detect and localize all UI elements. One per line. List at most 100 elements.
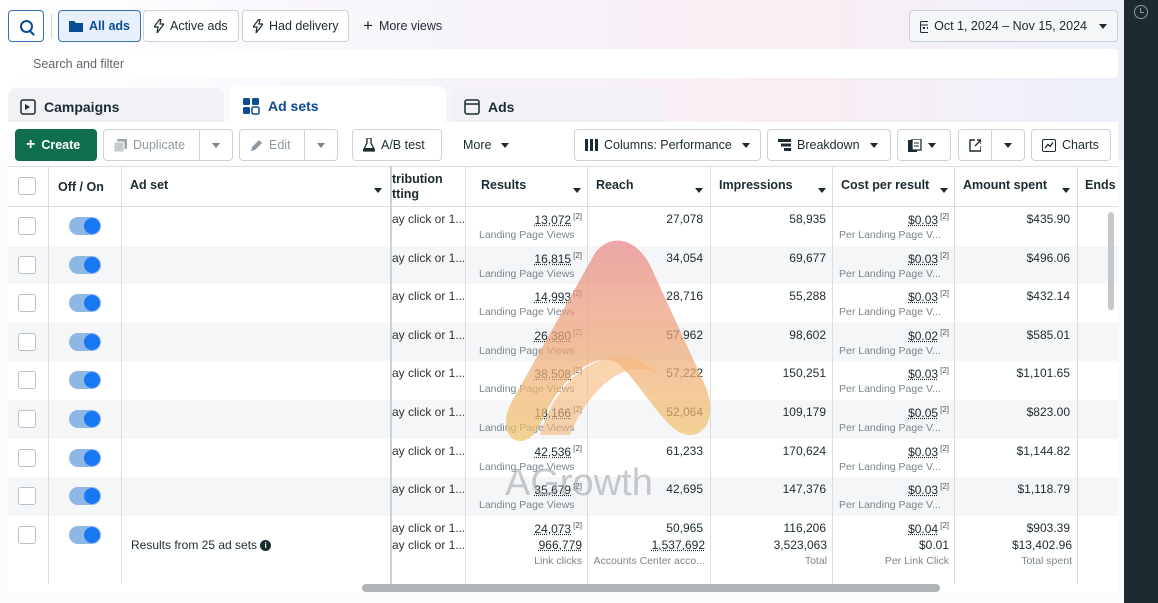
row-cpr-sub: Per Landing Page V... <box>839 344 941 357</box>
header-amount-spent[interactable]: Amount spent <box>963 178 1073 192</box>
tab-campaigns[interactable]: Campaigns <box>8 88 224 126</box>
row-checkbox[interactable] <box>18 410 36 428</box>
totals-results[interactable]: 966,779 <box>466 538 582 552</box>
charts-button[interactable]: Charts <box>1031 129 1111 161</box>
row-attribution: ay click or 1... <box>392 212 464 226</box>
row-cost-per-result[interactable]: $0.02 [2] <box>833 328 949 343</box>
export-button[interactable] <box>958 129 992 161</box>
row-cost-per-result[interactable]: $0.03 [2] <box>833 366 949 381</box>
tab-ads[interactable]: Ads <box>452 88 667 126</box>
view-all-ads[interactable]: All ads <box>58 10 141 42</box>
search-button[interactable] <box>8 10 44 42</box>
header-cost-per-result[interactable]: Cost per result <box>841 178 951 192</box>
select-all-checkbox[interactable] <box>18 177 36 195</box>
row-amount-spent: $823.00 <box>1026 405 1070 419</box>
row-reach: 42,695 <box>666 482 703 497</box>
row-checkbox[interactable] <box>18 217 36 235</box>
tab-ad-sets[interactable]: Ad sets <box>230 86 446 126</box>
row-cost-per-result[interactable]: $0.03 [2] <box>833 251 949 266</box>
row-toggle[interactable] <box>69 217 101 235</box>
totals-reach-value: 1,537,692 <box>651 538 705 552</box>
cpr-footnote: [2] <box>940 327 949 337</box>
breakdown-button[interactable]: Breakdown <box>767 129 891 161</box>
create-button[interactable]: + Create <box>15 129 97 161</box>
row-cost-per-result[interactable]: $0.03 [2] <box>833 444 949 459</box>
view-label: All ads <box>89 19 130 33</box>
reports-icon <box>908 138 922 152</box>
view-had-delivery[interactable]: Had delivery <box>242 10 350 42</box>
reports-button[interactable] <box>897 129 951 161</box>
row-cost-per-result[interactable]: $0.03 [2] <box>833 212 949 227</box>
edit-dropdown[interactable] <box>304 129 338 161</box>
row-checkbox[interactable] <box>18 525 36 544</box>
vertical-scrollbar[interactable] <box>1108 212 1114 310</box>
chevron-down-icon[interactable] <box>818 182 826 196</box>
row-cost-per-result[interactable]: $0.05 [2] <box>833 405 949 420</box>
search-filter-input[interactable]: Search and filter <box>8 49 1118 78</box>
row-checkbox[interactable] <box>18 332 36 351</box>
results-footnote: [2] <box>573 443 582 453</box>
row-cpr-sub: Per Landing Page V... <box>839 306 941 319</box>
duplicate-dropdown[interactable] <box>199 129 233 161</box>
row-toggle[interactable] <box>69 371 101 390</box>
header-ad-set[interactable]: Ad set <box>130 178 380 192</box>
row-checkbox[interactable] <box>18 448 36 467</box>
chevron-down-icon[interactable] <box>573 182 581 196</box>
row-toggle[interactable] <box>69 410 101 428</box>
info-icon[interactable]: i <box>260 539 272 551</box>
row-checkbox[interactable] <box>18 487 36 506</box>
edit-button[interactable]: Edit <box>239 129 305 161</box>
more-button[interactable]: More <box>452 129 520 161</box>
row-reach: 57,222 <box>666 366 703 381</box>
row-results[interactable]: 16,815 [2] <box>466 251 582 266</box>
more-views-button[interactable]: + More views <box>352 10 453 42</box>
row-cost-per-result[interactable]: $0.03 [2] <box>833 482 949 497</box>
row-results[interactable]: 24,073 [2] <box>466 521 582 536</box>
row-results[interactable]: 13,072 [2] <box>466 212 582 227</box>
header-impressions[interactable]: Impressions <box>719 178 819 192</box>
chevron-down-icon <box>1099 23 1107 29</box>
row-checkbox[interactable] <box>18 371 36 390</box>
row-toggle[interactable] <box>69 525 101 544</box>
header-ends[interactable]: Ends <box>1085 178 1118 192</box>
ads-manager: All ads Active ads Had delivery + More v… <box>0 0 1124 603</box>
row-results[interactable]: 18,166 [2] <box>466 405 582 420</box>
row-results[interactable]: 42,536 [2] <box>466 444 582 459</box>
row-results[interactable]: 35,679 [2] <box>466 482 582 497</box>
row-toggle[interactable] <box>69 294 101 313</box>
ad-set-sort-icon[interactable] <box>374 182 382 196</box>
results-footnote: [2] <box>573 289 582 299</box>
chevron-down-icon[interactable] <box>940 182 948 196</box>
columns-button[interactable]: Columns: Performance <box>574 129 761 161</box>
row-toggle[interactable] <box>69 332 101 351</box>
row-cost-per-result[interactable]: $0.04 [2] <box>833 521 949 536</box>
row-toggle[interactable] <box>69 487 101 506</box>
row-cost-per-result[interactable]: $0.03 [2] <box>833 289 949 304</box>
row-checkbox[interactable] <box>18 294 36 313</box>
pencil-icon <box>251 139 262 151</box>
view-active-ads[interactable]: Active ads <box>143 10 239 42</box>
row-checkbox[interactable] <box>18 255 36 274</box>
row-attribution: ay click or 1... <box>392 405 464 419</box>
chevron-down-icon[interactable] <box>695 182 703 196</box>
clock-icon[interactable] <box>1134 5 1148 19</box>
header-reach[interactable]: Reach <box>596 178 696 192</box>
export-dropdown[interactable] <box>991 129 1025 161</box>
cpr-value: $0.02 <box>908 328 939 343</box>
date-range-picker[interactable]: Oct 1, 2024 – Nov 15, 2024 <box>909 10 1118 42</box>
cpr-footnote: [2] <box>940 289 949 299</box>
grid-icon <box>243 98 260 115</box>
horizontal-scrollbar[interactable] <box>362 584 940 592</box>
row-toggle[interactable] <box>69 255 101 274</box>
duplicate-button[interactable]: Duplicate <box>103 129 200 161</box>
ab-test-button[interactable]: A/B test <box>352 129 442 161</box>
row-results[interactable]: 14,993 [2] <box>466 289 582 304</box>
cpr-value: $0.03 <box>908 367 939 382</box>
header-results[interactable]: Results <box>481 178 581 192</box>
row-reach: 34,054 <box>666 250 703 265</box>
chevron-down-icon[interactable] <box>1062 182 1070 196</box>
row-results[interactable]: 38,508 [2] <box>466 366 582 381</box>
row-results[interactable]: 26,380 [2] <box>466 328 582 343</box>
row-toggle[interactable] <box>69 448 101 467</box>
totals-reach[interactable]: 1,537,692 <box>588 538 705 552</box>
